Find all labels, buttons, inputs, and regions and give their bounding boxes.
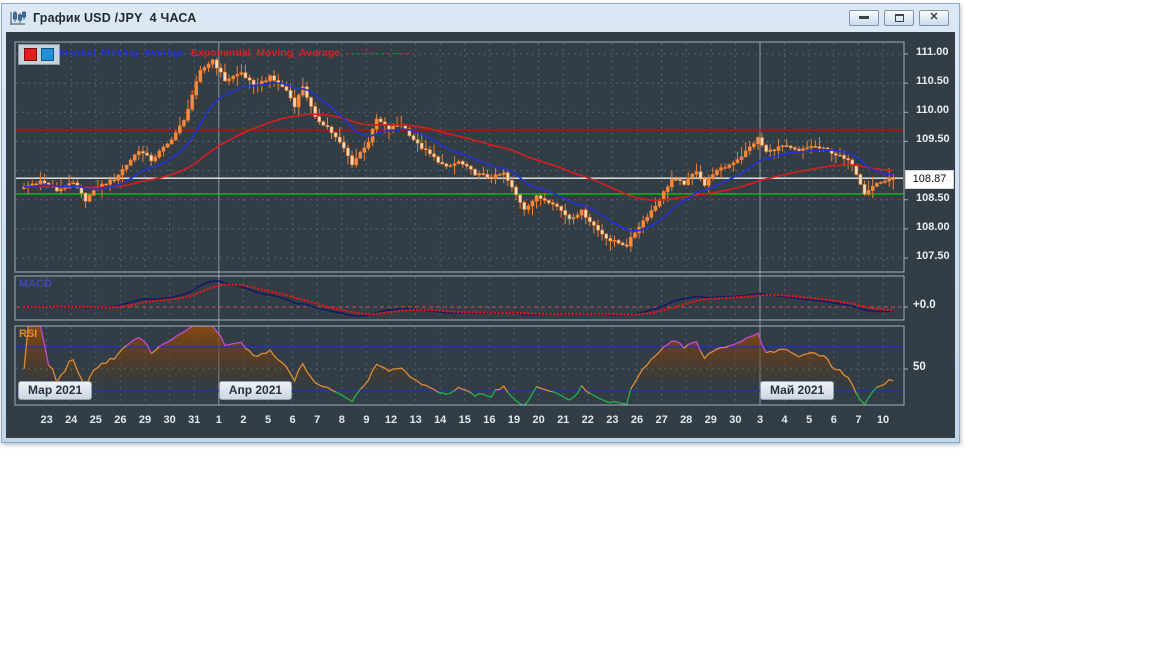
x-axis-label: 28 — [680, 414, 693, 426]
x-axis-label: 24 — [65, 414, 78, 426]
rsi-mid-label: 50 — [913, 361, 926, 373]
x-axis-label: 5 — [806, 414, 813, 426]
x-axis-label: 4 — [781, 414, 788, 426]
close-button[interactable]: ✕ — [919, 9, 949, 26]
ema-blue-swatch-icon[interactable] — [41, 48, 54, 61]
x-axis-label: 23 — [606, 414, 619, 426]
x-axis-label: 30 — [729, 414, 742, 426]
x-axis-label: 23 — [40, 414, 53, 426]
legend-dash-line — [345, 52, 410, 54]
x-axis-label: 16 — [483, 414, 496, 426]
ema-red-swatch-icon[interactable] — [24, 48, 37, 61]
x-axis-label: 9 — [363, 414, 370, 426]
x-axis-label: 26 — [630, 414, 644, 426]
price-tick-label: 110.00 — [916, 104, 950, 117]
macd-line — [24, 280, 894, 317]
current-price-box: 108.87 — [905, 169, 954, 189]
x-axis-label: 14 — [434, 414, 447, 426]
price-tick-label: 108.50 — [916, 191, 950, 204]
price-tick-label: 110.50 — [916, 75, 950, 88]
window-controls: ✕ — [849, 9, 952, 26]
ema-slow-legend-label: Exponential_Moving_Average — [190, 47, 340, 59]
close-icon: ✕ — [929, 11, 939, 23]
x-axis-label: 3 — [756, 414, 764, 426]
price-tick-label: 111.00 — [916, 46, 949, 58]
minimize-icon — [859, 16, 869, 19]
month-badge: Апр 2021 — [218, 381, 293, 400]
x-axis-label: 20 — [532, 414, 545, 426]
x-axis-label: 6 — [289, 414, 296, 426]
x-axis-label: 1 — [215, 414, 222, 426]
candlesticks — [22, 57, 896, 252]
x-axis-label: 21 — [557, 414, 570, 426]
x-axis-label: 30 — [163, 414, 176, 426]
macd-panel-label: MACD — [19, 278, 52, 290]
x-axis-label: 12 — [384, 414, 398, 426]
rsi-panel-label: RSI — [19, 328, 38, 340]
chart-window: График USD /JPY 4 ЧАСА ✕ Exponential_Mov… — [1, 3, 960, 443]
titlebar[interactable]: График USD /JPY 4 ЧАСА ✕ — [2, 4, 959, 31]
x-axis-label: 27 — [655, 414, 668, 426]
price-tick-label: 107.50 — [916, 250, 950, 263]
month-badge: Май 2021 — [760, 381, 835, 400]
legend-swatches[interactable] — [18, 44, 60, 65]
macd-zero-label: +0.0 — [913, 299, 936, 311]
x-axis-label: 29 — [138, 414, 152, 426]
x-axis-label: 5 — [264, 414, 272, 426]
x-axis-label: 13 — [409, 414, 422, 426]
window-title: График USD /JPY 4 ЧАСА — [33, 10, 197, 25]
x-axis-label: 7 — [855, 414, 862, 426]
indicator-legend: Exponential_Moving_Average Exponential_M… — [36, 47, 410, 59]
month-badge: Мар 2021 — [18, 381, 93, 400]
x-axis-label: 2 — [240, 414, 247, 426]
maximize-icon — [894, 13, 904, 22]
chart-canvas[interactable] — [6, 32, 955, 438]
x-axis-label: 10 — [876, 414, 890, 426]
x-axis-label: 29 — [704, 414, 717, 426]
x-axis-label: 26 — [114, 414, 127, 426]
minimize-button[interactable] — [849, 9, 879, 26]
x-axis-label: 25 — [89, 414, 102, 426]
candlestick-chart-icon — [9, 10, 27, 26]
x-axis-label: 6 — [830, 414, 837, 426]
x-axis-label: 8 — [338, 414, 345, 426]
chart-client-area: Exponential_Moving_Average Exponential_M… — [6, 32, 955, 438]
x-axis-label: 19 — [507, 414, 521, 426]
maximize-button[interactable] — [884, 9, 914, 26]
x-axis-label: 7 — [314, 414, 321, 426]
x-axis-label: 22 — [581, 414, 594, 426]
x-axis-label: 31 — [188, 414, 201, 426]
price-tick-label: 108.00 — [916, 220, 950, 233]
price-tick-label: 109.50 — [916, 133, 950, 146]
x-axis-label: 15 — [458, 414, 471, 426]
